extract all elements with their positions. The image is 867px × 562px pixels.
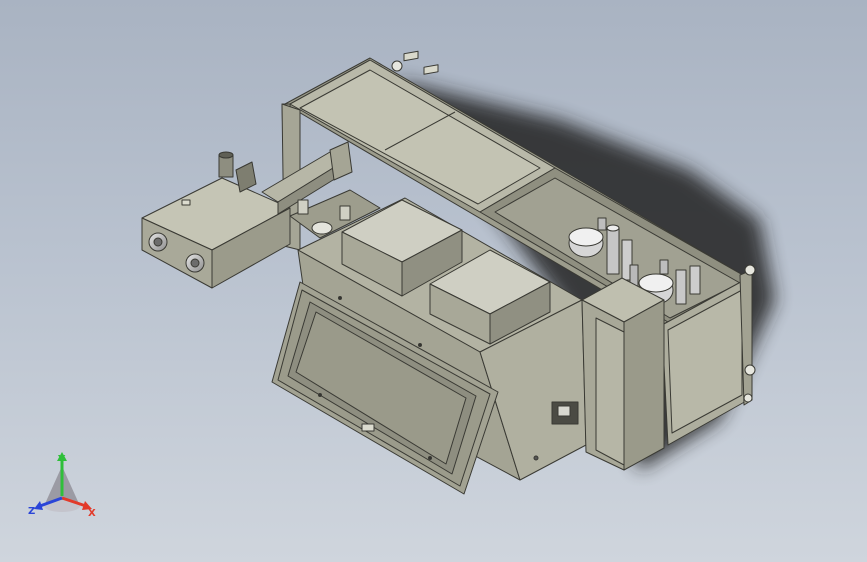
3d-model-view[interactable] <box>0 0 867 562</box>
side-control-box[interactable] <box>141 151 291 289</box>
y-axis-label: Y <box>57 454 66 465</box>
z-axis-label: Z <box>28 506 35 517</box>
x-axis-label: X <box>88 508 96 519</box>
coordinate-triad: Y X Z <box>28 452 96 519</box>
graphics-viewport[interactable]: Y X Z <box>0 0 867 562</box>
